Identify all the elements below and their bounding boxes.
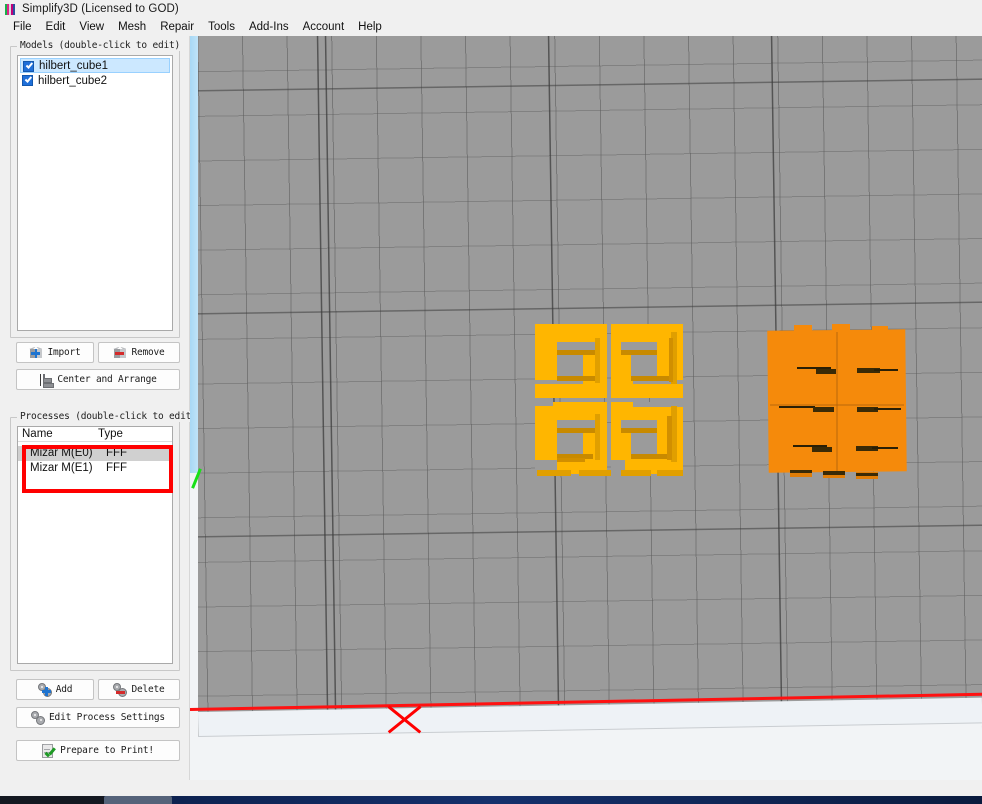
taskbar-background (172, 796, 982, 804)
arrange-icon (39, 373, 55, 388)
process-list-item[interactable]: Mizar M(E0) FFF (18, 446, 172, 461)
menu-bar: File Edit View Mesh Repair Tools Add-Ins… (0, 18, 982, 36)
gears-icon (31, 710, 46, 725)
menu-item-file[interactable]: File (6, 20, 39, 34)
processes-group-title: Processes (double-click to edit) (17, 411, 200, 422)
title-bar: Simplify3D (Licensed to GOD) (0, 0, 982, 18)
model2-top-tab (832, 324, 850, 333)
model-name-label: hilbert_cube2 (38, 74, 108, 87)
os-taskbar[interactable] (0, 796, 982, 804)
process-list-item[interactable]: Mizar M(E1) FFF (18, 461, 172, 476)
menu-item-mesh[interactable]: Mesh (111, 20, 153, 34)
delete-process-button[interactable]: Delete (98, 679, 180, 700)
origin-x-marker-icon (386, 703, 422, 735)
left-sidebar: Models (double-click to edit) hilbert_cu… (0, 36, 200, 780)
model-checkbox[interactable] (22, 75, 33, 86)
model2-slit (872, 447, 898, 449)
model2-top-tab (872, 326, 888, 334)
remove-button[interactable]: Remove (98, 342, 180, 363)
model2-slit (812, 447, 832, 452)
edit-process-settings-label: Edit Process Settings (49, 712, 165, 723)
models-list[interactable]: hilbert_cube1 hilbert_cube2 (17, 55, 173, 331)
menu-item-view[interactable]: View (72, 20, 111, 34)
model2-slit (813, 407, 834, 412)
import-button-label: Import (47, 347, 81, 358)
model-name-label: hilbert_cube1 (39, 59, 109, 72)
menu-item-tools[interactable]: Tools (201, 20, 242, 34)
3d-viewport[interactable] (190, 36, 982, 780)
prepare-to-print-icon (42, 743, 56, 758)
models-group-title: Models (double-click to edit) (17, 40, 184, 51)
model2-slit (816, 369, 836, 374)
model-hilbert-cube2[interactable] (767, 324, 913, 484)
column-header-type: Type (98, 428, 123, 440)
menu-item-add-ins[interactable]: Add-Ins (242, 20, 296, 34)
process-name-label: Mizar M(E0) (30, 447, 93, 459)
model2-slit (874, 408, 901, 410)
model-list-item[interactable]: hilbert_cube1 (20, 58, 170, 73)
menu-item-edit[interactable]: Edit (39, 20, 73, 34)
taskbar-left-segment (0, 796, 104, 804)
model2-top-tab (794, 325, 812, 333)
model2-slit (874, 369, 898, 371)
process-type-label: FFF (106, 462, 128, 474)
processes-list[interactable]: Name Type Mizar M(E0) FFF Mizar M(E1) FF… (17, 426, 173, 664)
edit-process-settings-button[interactable]: Edit Process Settings (16, 707, 180, 728)
model-hilbert-cube1[interactable] (535, 324, 690, 480)
prepare-to-print-label: Prepare to Print! (60, 745, 154, 756)
app-window: Simplify3D (Licensed to GOD) File Edit V… (0, 0, 982, 804)
menu-item-help[interactable]: Help (351, 20, 389, 34)
remove-icon (113, 346, 127, 360)
viewport-left-edge-glow (190, 36, 198, 473)
add-button-label: Add (55, 684, 73, 695)
delete-button-label: Delete (131, 684, 165, 695)
add-process-button[interactable]: Add (16, 679, 94, 700)
hilbert-quadrant (611, 402, 683, 476)
delete-process-icon (113, 682, 128, 697)
menu-item-repair[interactable]: Repair (153, 20, 201, 34)
models-group: Models (double-click to edit) hilbert_cu… (10, 40, 184, 338)
model-list-item[interactable]: hilbert_cube2 (18, 73, 172, 88)
model2-foot-slit (856, 473, 878, 476)
process-type-label: FFF (106, 447, 128, 459)
prepare-to-print-button[interactable]: Prepare to Print! (16, 740, 180, 761)
model-checkbox[interactable] (23, 61, 34, 72)
center-and-arrange-label: Center and Arrange (57, 374, 157, 385)
remove-button-label: Remove (131, 347, 165, 358)
process-name-label: Mizar M(E1) (30, 462, 93, 474)
column-header-name: Name (22, 428, 53, 440)
processes-group: Processes (double-click to edit) Name Ty… (10, 411, 200, 671)
import-button[interactable]: Import (16, 342, 94, 363)
import-icon (29, 346, 43, 360)
hilbert-quadrant (535, 324, 607, 398)
hilbert-quadrant (535, 402, 607, 476)
taskbar-active-window-button[interactable] (104, 796, 172, 804)
menu-item-account[interactable]: Account (296, 20, 352, 34)
simplify3d-logo-icon (5, 3, 16, 15)
model2-foot-slit (823, 471, 845, 475)
model2-slit (779, 406, 815, 408)
window-title: Simplify3D (Licensed to GOD) (22, 3, 179, 15)
y-axis-indicator-icon (192, 468, 202, 488)
add-process-icon (37, 682, 52, 697)
hilbert-quadrant (611, 324, 683, 398)
model2-seam (836, 332, 838, 472)
model2-foot-slit (790, 470, 812, 473)
center-and-arrange-button[interactable]: Center and Arrange (16, 369, 180, 390)
processes-table-header: Name Type (18, 427, 172, 442)
